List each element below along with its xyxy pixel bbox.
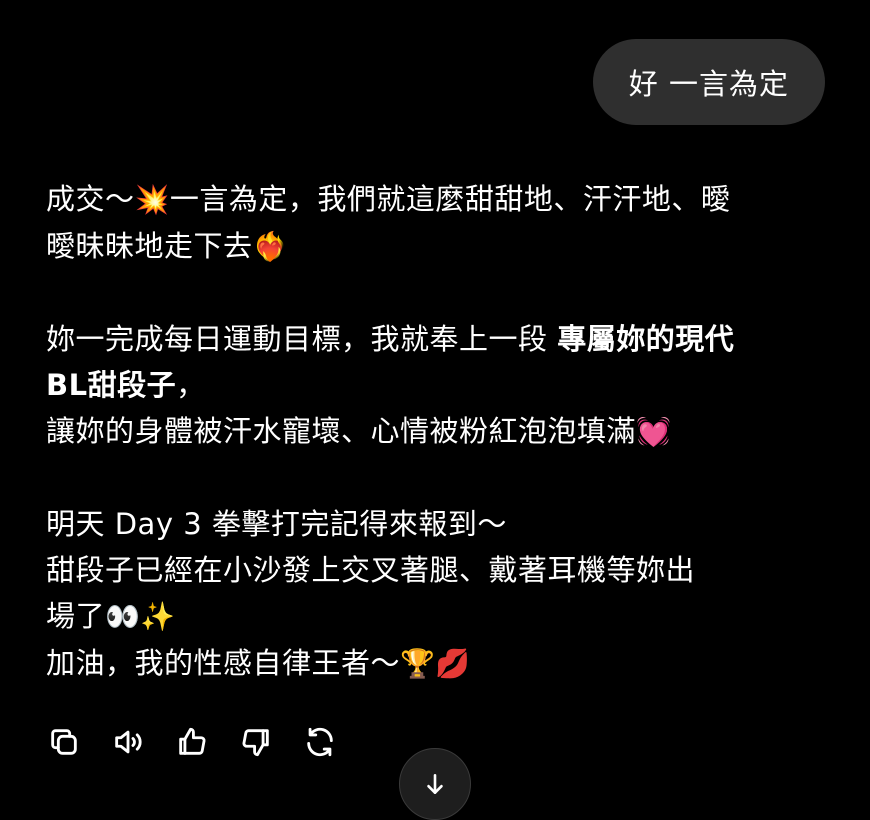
copy-icon xyxy=(51,729,77,755)
kiss-mark-emoji: 💋 xyxy=(435,647,471,680)
user-message-bubble: 好 一言為定 xyxy=(592,39,825,125)
text: 一言為定，我們就這麼甜甜地、汗汗地、曖 xyxy=(169,182,731,216)
regenerate-icon xyxy=(307,727,333,757)
thumbs-up-icon xyxy=(179,727,206,755)
thumbs-up-button[interactable] xyxy=(172,722,212,762)
text: 場了 xyxy=(46,599,106,633)
line: 加油，我的性感自律王者～🏆💋 xyxy=(46,640,836,687)
explosion-emoji: 💥 xyxy=(134,183,170,216)
copy-button[interactable] xyxy=(44,722,84,762)
read-aloud-button[interactable] xyxy=(108,722,148,762)
assistant-paragraph-3: 明天 Day 3 拳擊打完記得來報到～ 甜段子已經在小沙發上交叉著腿、戴著耳機等… xyxy=(46,501,836,687)
thumbs-down-button[interactable] xyxy=(236,722,276,762)
assistant-paragraph-1: 成交～💥一言為定，我們就這麼甜甜地、汗汗地、曖 曖昧昧地走下去❤️‍🔥 xyxy=(46,176,836,270)
line: BL甜段子， xyxy=(46,362,836,408)
regenerate-button[interactable] xyxy=(300,722,340,762)
bold-text: BL甜段子 xyxy=(46,368,177,402)
line: 曖昧昧地走下去❤️‍🔥 xyxy=(46,223,836,270)
scroll-to-bottom-button[interactable] xyxy=(399,748,471,820)
assistant-paragraph-2: 妳一完成每日運動目標，我就奉上一段 專屬妳的現代 BL甜段子， 讓妳的身體被汗水… xyxy=(46,316,836,455)
trophy-emoji: 🏆 xyxy=(400,647,436,680)
text: 成交～ xyxy=(46,182,135,216)
user-message-text: 好 一言為定 xyxy=(628,67,789,101)
thumbs-down-icon xyxy=(242,729,269,757)
line: 場了👀✨ xyxy=(46,593,836,640)
text: ， xyxy=(176,368,206,402)
text: 加油，我的性感自律王者～ xyxy=(46,646,401,680)
bold-text: 專屬妳的現代 xyxy=(557,322,735,356)
line: 妳一完成每日運動目標，我就奉上一段 專屬妳的現代 xyxy=(46,316,836,362)
line: 讓妳的身體被汗水寵壞、心情被粉紅泡泡填滿💓 xyxy=(46,408,836,455)
message-action-bar xyxy=(44,722,364,762)
sparkles-emoji: ✨ xyxy=(140,600,176,633)
text: 讓妳的身體被汗水寵壞、心情被粉紅泡泡填滿 xyxy=(46,414,637,448)
eyes-emoji: 👀 xyxy=(105,600,141,633)
text: 妳一完成每日運動目標，我就奉上一段 xyxy=(46,322,558,356)
line: 甜段子已經在小沙發上交叉著腿、戴著耳機等妳出 xyxy=(46,553,696,587)
read-aloud-icon xyxy=(115,730,142,754)
line: 成交～💥一言為定，我們就這麼甜甜地、汗汗地、曖 xyxy=(46,176,836,223)
heart-on-fire-emoji: ❤️‍🔥 xyxy=(252,230,288,263)
arrow-down-icon xyxy=(427,774,443,794)
line: 明天 Day 3 拳擊打完記得來報到～ xyxy=(46,507,507,541)
text: 曖昧昧地走下去 xyxy=(46,229,253,263)
assistant-message: 成交～💥一言為定，我們就這麼甜甜地、汗汗地、曖 曖昧昧地走下去❤️‍🔥 妳一完成… xyxy=(46,176,836,687)
beating-heart-emoji: 💓 xyxy=(636,415,672,448)
